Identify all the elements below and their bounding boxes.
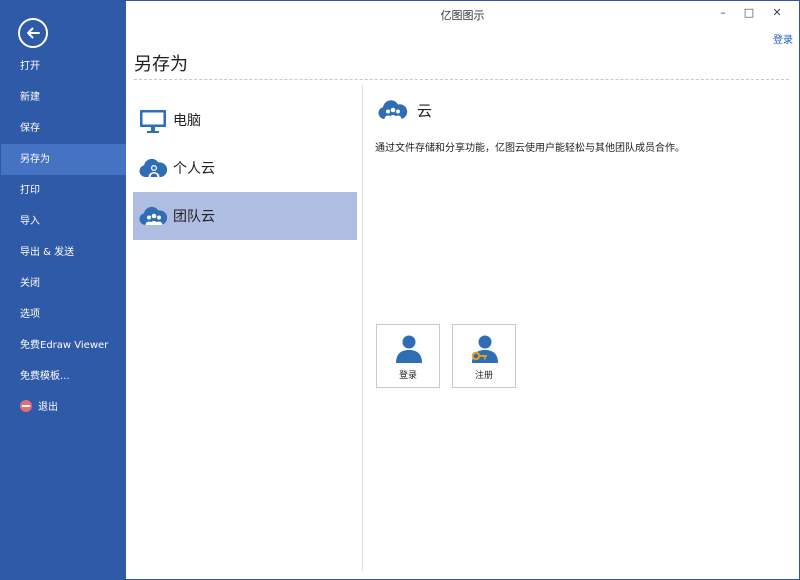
close-button[interactable]: ✕ [765, 5, 789, 21]
team-cloud-icon [378, 100, 408, 119]
location-team-cloud[interactable]: 团队云 [133, 192, 357, 240]
sidebar-item-save[interactable]: 保存 [1, 113, 126, 144]
sidebar-item-exit[interactable]: 退出 [1, 392, 126, 423]
cloud-description: 通过文件存储和分享功能，亿图云使用户能轻松与其他团队成员合作。 [375, 143, 685, 154]
location-personal-cloud[interactable]: 个人云 [133, 144, 357, 192]
app-window: 打开 新建 保存 另存为 打印 导入 导出 & 发送 关闭 选项 免费Edraw… [0, 0, 800, 580]
sidebar-item-options[interactable]: 选项 [1, 299, 126, 330]
maximize-button[interactable]: □ [737, 5, 761, 21]
panel-divider [362, 85, 363, 571]
sidebar-item-edraw-viewer[interactable]: 免费Edraw Viewer [1, 330, 126, 361]
sidebar-item-templates[interactable]: 免费模板... [1, 361, 126, 392]
location-label: 个人云 [173, 161, 215, 177]
minimize-button[interactable]: – [711, 5, 735, 21]
title-divider [134, 79, 789, 80]
sidebar-item-save-as[interactable]: 另存为 [1, 144, 126, 175]
sidebar-item-new[interactable]: 新建 [1, 82, 126, 113]
team-cloud-icon [139, 206, 168, 225]
location-label: 电脑 [173, 113, 201, 129]
register-button[interactable]: 注册 [452, 324, 516, 388]
sidebar-item-import[interactable]: 导入 [1, 206, 126, 237]
sidebar-item-print[interactable]: 打印 [1, 175, 126, 206]
user-key-icon [471, 335, 498, 363]
sidebar-menu: 打开 新建 保存 另存为 打印 导入 导出 & 发送 关闭 选项 免费Edraw… [1, 51, 126, 423]
exit-icon [20, 400, 32, 412]
sidebar-item-open[interactable]: 打开 [1, 51, 126, 82]
window-title: 亿图图示 [440, 9, 485, 22]
monitor-icon [140, 110, 166, 133]
backstage-sidebar: 打开 新建 保存 另存为 打印 导入 导出 & 发送 关闭 选项 免费Edraw… [1, 1, 126, 579]
login-button[interactable]: 登录 [376, 324, 440, 388]
save-location-list: 电脑 个人云 团队云 [133, 96, 357, 240]
cloud-panel-title: 云 [417, 102, 433, 120]
register-button-label: 注册 [474, 371, 493, 381]
location-computer[interactable]: 电脑 [133, 96, 357, 144]
login-link[interactable]: 登录 [773, 31, 793, 46]
back-arrow-icon[interactable] [18, 18, 48, 48]
location-label: 团队云 [173, 209, 215, 225]
title-bar: 亿图图示 – □ ✕ [126, 1, 799, 29]
sidebar-item-close[interactable]: 关闭 [1, 268, 126, 299]
page-title: 另存为 [134, 54, 188, 75]
sidebar-item-export-send[interactable]: 导出 & 发送 [1, 237, 126, 268]
login-button-label: 登录 [398, 371, 417, 381]
user-icon [396, 335, 422, 363]
personal-cloud-icon [139, 158, 168, 177]
